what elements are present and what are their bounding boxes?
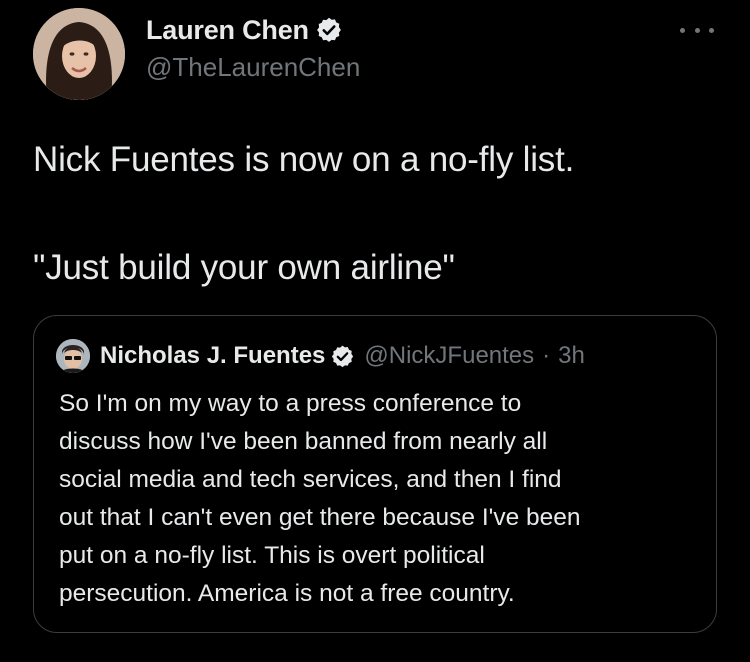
quoted-text-line: put on a no-fly list. This is overt poli… bbox=[59, 542, 485, 569]
quoted-tweet-card[interactable]: Nicholas J. Fuentes @NickJFuentes · 3h S… bbox=[33, 315, 717, 633]
author-name[interactable]: Lauren Chen bbox=[146, 15, 309, 46]
quoted-text-line: social media and tech services, and then… bbox=[59, 466, 562, 493]
quoted-author-name: Nicholas J. Fuentes bbox=[100, 342, 326, 369]
quoted-author-avatar bbox=[56, 339, 90, 373]
author-avatar[interactable] bbox=[33, 8, 125, 100]
quoted-tweet-text: So I'm on my way to a press conference t… bbox=[59, 385, 699, 613]
quoted-text-line: persecution. America is not a free count… bbox=[59, 580, 515, 607]
quoted-author-handle: @NickJFuentes bbox=[364, 342, 535, 369]
author-handle[interactable]: @TheLaurenChen bbox=[146, 52, 360, 83]
more-horizontal-icon[interactable] bbox=[680, 20, 714, 40]
quoted-timestamp: 3h bbox=[558, 342, 585, 369]
quoted-text-line: So I'm on my way to a press conference t… bbox=[59, 390, 522, 417]
tweet: Lauren Chen @TheLaurenChen Nick Fuentes … bbox=[0, 0, 750, 662]
verified-badge-icon bbox=[332, 345, 354, 367]
quoted-text-line: discuss how I've been banned from nearly… bbox=[59, 428, 548, 455]
verified-badge-icon bbox=[316, 17, 341, 42]
quoted-tweet-header: Nicholas J. Fuentes @NickJFuentes · 3h bbox=[56, 339, 585, 373]
quoted-text-line: out that I can't even get there because … bbox=[59, 504, 581, 531]
tweet-text-line-2: "Just build your own airline" bbox=[33, 248, 455, 287]
author-name-row: Lauren Chen bbox=[146, 12, 343, 48]
tweet-text-line-1: Nick Fuentes is now on a no-fly list. bbox=[33, 140, 575, 179]
quoted-separator: · bbox=[542, 342, 551, 369]
